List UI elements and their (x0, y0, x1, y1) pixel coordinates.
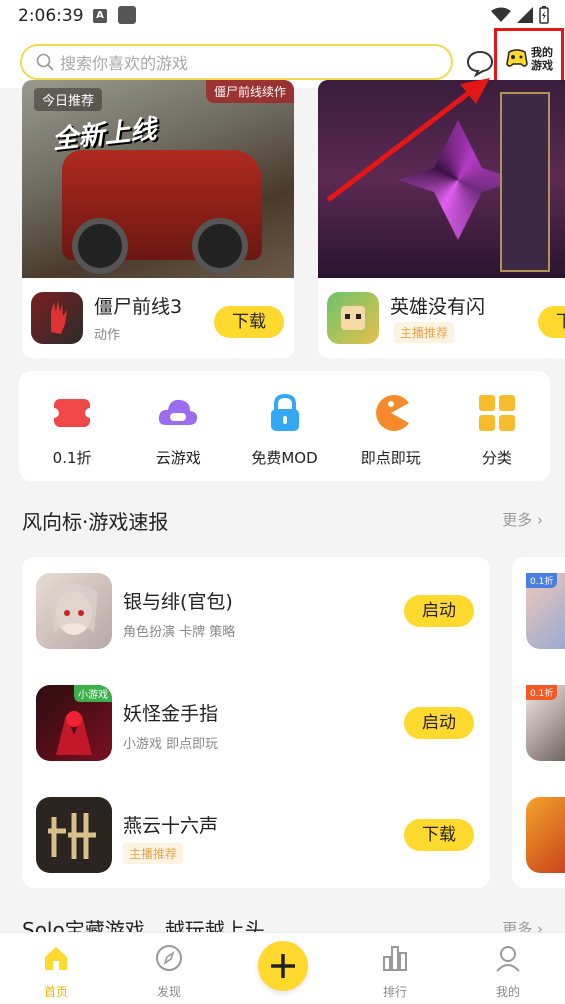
gamepad-icon (506, 49, 528, 67)
launch-button[interactable]: 启动 (404, 707, 474, 739)
nav-discover[interactable]: 发现 (129, 943, 209, 1000)
category-label: 免费MOD (251, 449, 318, 467)
game-icon[interactable]: 0.1折 (526, 685, 565, 761)
home-icon (45, 947, 67, 970)
arrow-annotation (326, 78, 490, 202)
search-icon (36, 53, 54, 71)
featured-info: 英雄没有闪 主播推荐 下载 (318, 278, 565, 358)
bottom-nav: 首页 发现 排行 我的 (0, 932, 565, 1004)
nav-label: 我的 (495, 985, 520, 999)
section-title: 风向标·游戏速报 (22, 510, 169, 534)
category-label: 云游戏 (155, 449, 201, 467)
pacman-icon (375, 395, 409, 431)
download-button[interactable]: 下载 (404, 819, 474, 851)
game-icon[interactable] (36, 573, 112, 649)
category-cloud-game[interactable]: 云游戏 (125, 371, 231, 481)
game-icon[interactable] (327, 292, 379, 344)
battery-icon (539, 6, 549, 24)
signal-icon (517, 7, 533, 23)
game-name: 僵尸前线3 (94, 296, 183, 318)
discount-ticket-icon (50, 399, 95, 427)
wifi-icon (491, 7, 511, 22)
featured-banner-image[interactable]: 今日推荐 僵尸前线续作 全新上线 (22, 80, 294, 278)
game-list-card: 银与绯(官包) 角色扮演 卡牌 策略 启动 小游戏 妖怪金手指 小游戏 即点即玩… (22, 557, 490, 888)
app-notification-icon (118, 6, 136, 24)
sequel-tag: 僵尸前线续作 (205, 80, 294, 103)
my-games-label-1: 我的 (531, 46, 553, 59)
wheel-art (72, 218, 128, 274)
a-notification-icon: A (93, 9, 107, 23)
lock-icon (270, 393, 299, 431)
discount-badge: 0.1折 (526, 573, 558, 588)
category-classify[interactable]: 分类 (444, 371, 550, 481)
download-button[interactable]: 下载 (538, 306, 565, 338)
game-name: 银与绯(官包) (123, 591, 233, 613)
more-link[interactable]: 更多 › (502, 509, 543, 530)
list-item[interactable]: 小游戏 妖怪金手指 小游戏 即点即玩 启动 (22, 669, 490, 779)
peek-card[interactable]: 0.1折 0.1折 (512, 557, 565, 888)
nav-ranking[interactable]: 排行 (355, 943, 435, 1000)
grid-icon (478, 395, 515, 431)
status-bar: 2:06:39 A (0, 0, 565, 34)
game-name: 妖怪金手指 (123, 703, 219, 725)
mini-game-badge: 小游戏 (74, 685, 112, 702)
streamer-pick-badge: 主播推荐 (394, 322, 455, 343)
game-name: 燕云十六声 (123, 815, 219, 837)
list-item[interactable]: 银与绯(官包) 角色扮演 卡牌 策略 启动 (22, 557, 490, 667)
game-tags: 角色扮演 卡牌 策略 (123, 625, 236, 640)
category-free-mod[interactable]: 免费MOD (231, 371, 337, 481)
category-label: 即点即玩 (360, 449, 421, 467)
nav-label: 首页 (43, 985, 68, 999)
nav-mine[interactable]: 我的 (468, 943, 548, 1000)
cloud-gamepad-icon (159, 399, 198, 425)
list-item[interactable]: 燕云十六声 主播推荐 下载 (22, 781, 490, 891)
game-category: 动作 (94, 328, 121, 343)
nav-home[interactable]: 首页 (16, 943, 96, 1000)
stats-panel-art (500, 92, 550, 272)
today-badge: 今日推荐 (34, 88, 103, 111)
category-label: 分类 (481, 449, 512, 467)
game-name: 英雄没有闪 (390, 296, 486, 318)
zombie-hand-icon (51, 300, 67, 334)
game-tags: 小游戏 即点即玩 (123, 737, 219, 752)
game-icon[interactable] (36, 797, 112, 873)
bar-chart-icon (383, 946, 407, 971)
category-discount[interactable]: 0.1折 (19, 371, 125, 481)
launch-button[interactable]: 启动 (404, 595, 474, 627)
plus-button[interactable] (258, 941, 308, 991)
category-row: 0.1折 云游戏 免费MOD 即点即玩 分类 (19, 371, 550, 481)
plus-icon (271, 954, 295, 978)
nav-label: 发现 (156, 985, 181, 999)
discount-badge: 0.1折 (526, 685, 558, 700)
character-portrait-icon (50, 584, 98, 635)
streamer-pick-badge: 主播推荐 (123, 843, 184, 864)
more-label: 更多 (502, 511, 533, 529)
wheel-art (192, 218, 248, 274)
category-label: 0.1折 (52, 449, 92, 467)
hero-face-icon (341, 306, 365, 330)
featured-card[interactable]: 今日推荐 僵尸前线续作 全新上线 僵尸前线3 动作 下载 (22, 80, 294, 358)
game-icon[interactable]: 小游戏 (36, 685, 112, 761)
system-icons (491, 6, 549, 24)
game-icon[interactable]: 0.1折 (526, 573, 565, 649)
search-placeholder: 搜索你喜欢的游戏 (60, 54, 189, 73)
download-button[interactable]: 下载 (214, 306, 284, 338)
nav-label: 排行 (382, 985, 407, 999)
featured-info: 僵尸前线3 动作 下载 (22, 278, 294, 358)
calligraphy-logo-icon (48, 813, 96, 859)
my-games-label-2: 游戏 (531, 59, 553, 72)
category-instant-play[interactable]: 即点即玩 (338, 371, 444, 481)
game-icon[interactable] (31, 292, 83, 344)
compass-icon (156, 945, 182, 971)
game-icon[interactable] (526, 797, 565, 873)
status-time: 2:06:39 (18, 6, 84, 26)
user-icon (496, 946, 520, 972)
